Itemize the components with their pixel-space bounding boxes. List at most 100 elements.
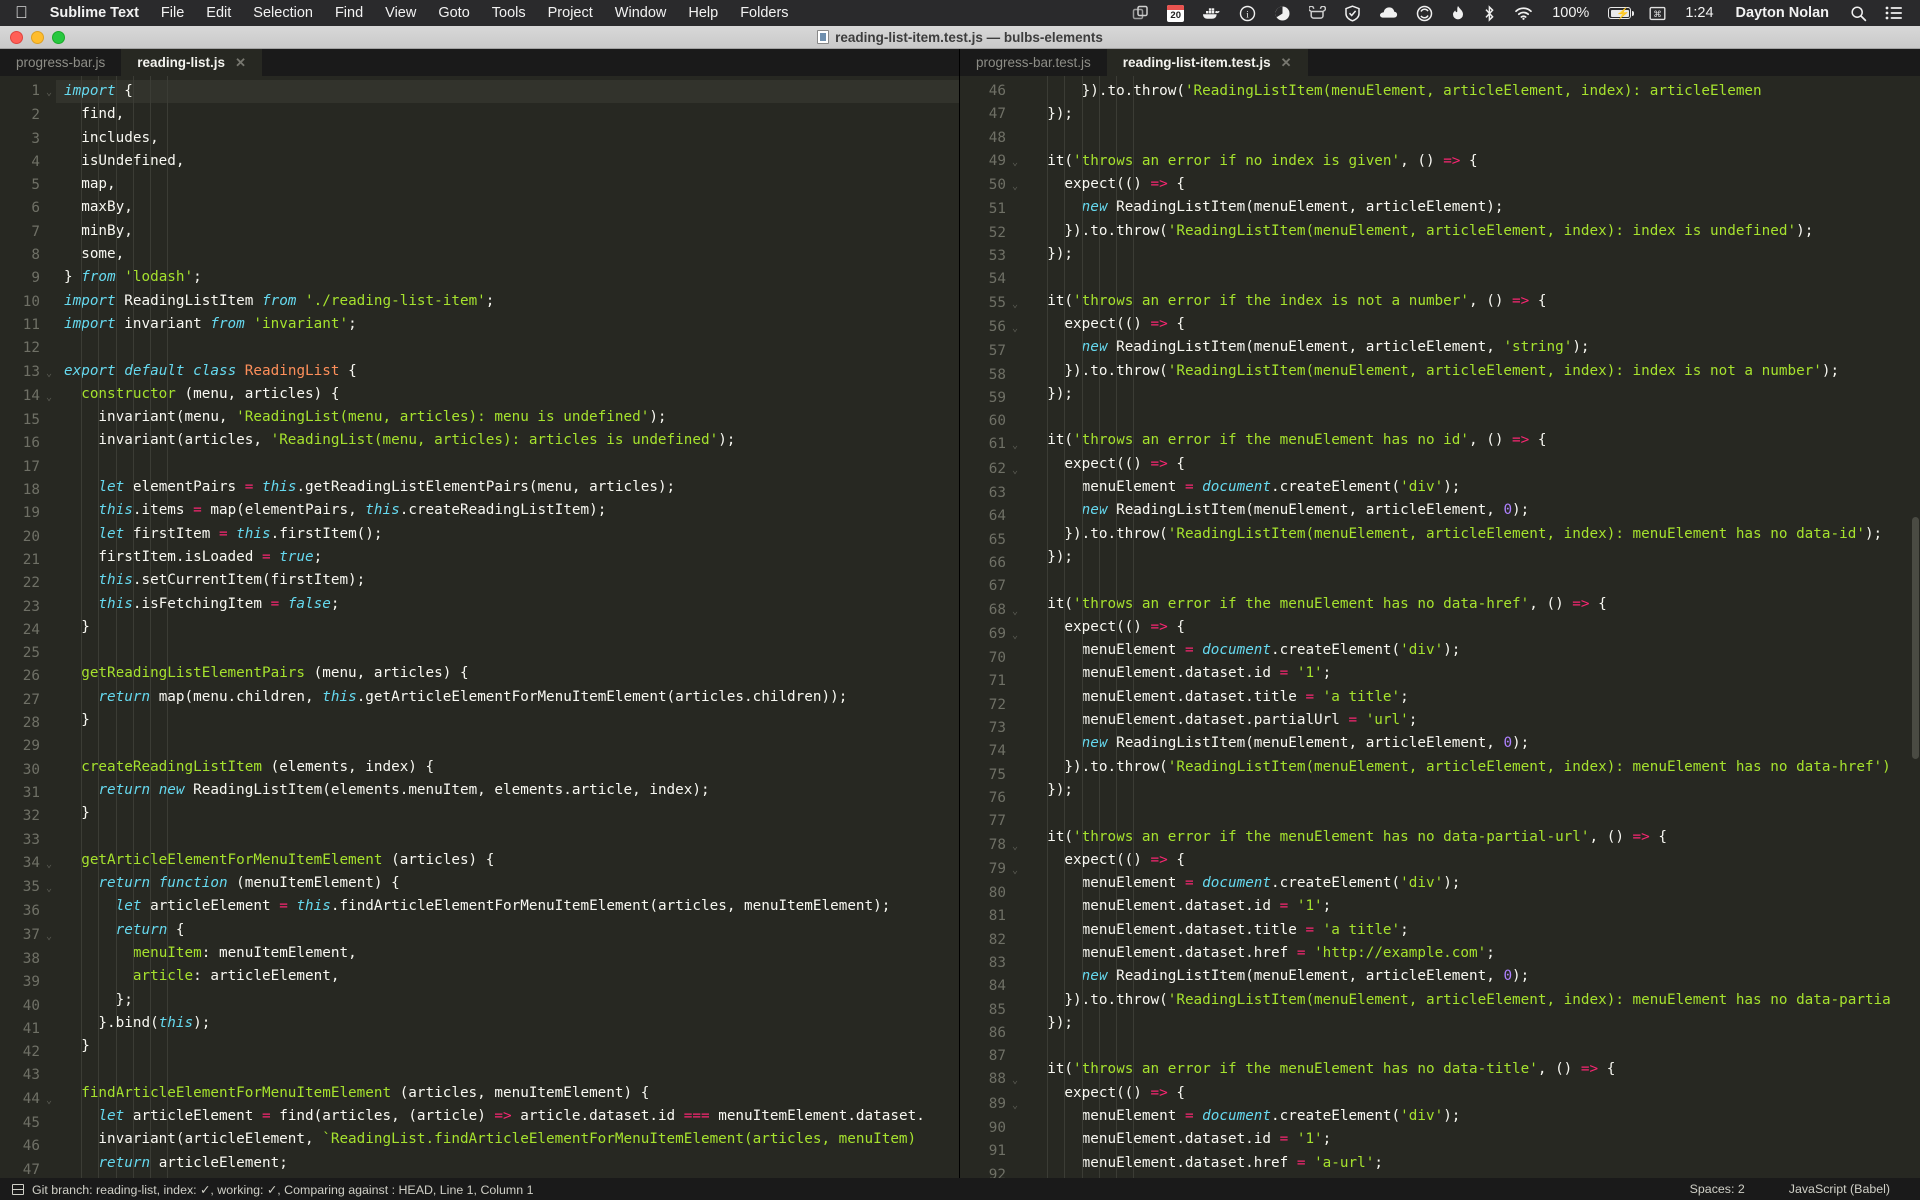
tab-progress-bar-js[interactable]: progress-bar.js: [0, 49, 121, 76]
clock-label[interactable]: 1:24: [1675, 5, 1723, 21]
code-line[interactable]: });: [1022, 243, 1920, 266]
code-line[interactable]: return {: [56, 919, 959, 942]
code-line[interactable]: map,: [56, 173, 959, 196]
code-line[interactable]: it('throws an error if the index is not …: [1022, 290, 1920, 313]
code-line[interactable]: maxBy,: [56, 196, 959, 219]
code-line[interactable]: }: [56, 709, 959, 732]
code-line[interactable]: menuElement.dataset.href = 'a-url';: [1022, 1152, 1920, 1175]
fold-arrow-icon[interactable]: ⌄: [1006, 859, 1018, 882]
code-line[interactable]: });: [1022, 103, 1920, 126]
flame-icon[interactable]: [1442, 0, 1474, 26]
code-line[interactable]: return new ReadingListItem(elements.menu…: [56, 779, 959, 802]
code-line[interactable]: find,: [56, 103, 959, 126]
code-line[interactable]: }).to.throw('ReadingListItem(menuElement…: [1022, 80, 1920, 103]
code-line[interactable]: let firstItem = this.firstItem();: [56, 523, 959, 546]
code-line[interactable]: expect(() => {: [1022, 616, 1920, 639]
code-line[interactable]: menuItem: menuItemElement,: [56, 942, 959, 965]
code-line[interactable]: menuElement = document.createElement('di…: [1022, 639, 1920, 662]
sidebar-toggle-icon[interactable]: [12, 1184, 24, 1195]
tab-progress-bar-test-js[interactable]: progress-bar.test.js: [960, 49, 1107, 76]
code-line[interactable]: this.items = map(elementPairs, this.crea…: [56, 499, 959, 522]
menu-item-folders[interactable]: Folders: [729, 5, 799, 21]
code-line[interactable]: it('throws an error if the menuElement h…: [1022, 1058, 1920, 1081]
code-line[interactable]: }).to.throw('ReadingListItem(menuElement…: [1022, 756, 1920, 779]
code-line[interactable]: return map(menu.children, this.getArticl…: [56, 686, 959, 709]
tab-reading-list-item-test-js[interactable]: reading-list-item.test.js ✕: [1107, 49, 1308, 76]
fold-arrow-icon[interactable]: ⌄: [1006, 434, 1018, 457]
code-line[interactable]: }).to.throw('ReadingListItem(menuElement…: [1022, 360, 1920, 383]
code-line[interactable]: expect(() => {: [1022, 849, 1920, 872]
menu-item-file[interactable]: File: [150, 5, 195, 21]
code-line[interactable]: menuElement.dataset.title = 'a title';: [1022, 919, 1920, 942]
menu-item-project[interactable]: Project: [537, 5, 604, 21]
code-line[interactable]: this.isFetchingItem = false;: [56, 593, 959, 616]
fold-arrow-icon[interactable]: ⌄: [1006, 459, 1018, 482]
user-name-label[interactable]: Dayton Nolan: [1724, 5, 1841, 21]
code-line[interactable]: }: [56, 802, 959, 825]
code-line[interactable]: firstItem.isLoaded = true;: [56, 546, 959, 569]
fold-arrow-icon[interactable]: ⌄: [1006, 600, 1018, 623]
code-line[interactable]: import invariant from 'invariant';: [56, 313, 959, 336]
code-line[interactable]: [56, 336, 959, 359]
tab-reading-list-js[interactable]: reading-list.js ✕: [121, 49, 262, 76]
code-line[interactable]: [56, 639, 959, 662]
code-line[interactable]: return articleElement;: [56, 1152, 959, 1175]
battery-percent-label[interactable]: 100%: [1542, 5, 1599, 21]
fold-arrow-icon[interactable]: ⌄: [1006, 1094, 1018, 1117]
wifi-icon[interactable]: [1505, 0, 1542, 26]
close-icon[interactable]: ✕: [235, 56, 246, 69]
menu-item-sublime-text[interactable]: Sublime Text: [39, 5, 150, 21]
close-icon[interactable]: ✕: [1281, 56, 1292, 69]
code-line[interactable]: });: [1022, 546, 1920, 569]
menu-item-goto[interactable]: Goto: [427, 5, 480, 21]
code-line[interactable]: new ReadingListItem(menuElement, article…: [1022, 499, 1920, 522]
code-line[interactable]: expect(() => {: [1022, 313, 1920, 336]
code-line[interactable]: }.bind(this);: [56, 1012, 959, 1035]
code-line[interactable]: menuElement.dataset.id = '1';: [1022, 1128, 1920, 1151]
left-code-content[interactable]: import { find, includes, isUndefined, ma…: [56, 76, 959, 1178]
info-circle-icon[interactable]: i: [1230, 0, 1265, 26]
code-line[interactable]: }: [56, 1035, 959, 1058]
code-line[interactable]: expect(() => {: [1022, 173, 1920, 196]
right-code-content[interactable]: }).to.throw('ReadingListItem(menuElement…: [1022, 76, 1920, 1178]
code-line[interactable]: [1022, 569, 1920, 592]
code-line[interactable]: import ReadingListItem from './reading-l…: [56, 290, 959, 313]
code-line[interactable]: menuElement = document.createElement('di…: [1022, 872, 1920, 895]
code-line[interactable]: let elementPairs = this.getReadingListEl…: [56, 476, 959, 499]
code-line[interactable]: menuElement = document.createElement('di…: [1022, 476, 1920, 499]
indentation-setting[interactable]: Spaces: 2: [1672, 1182, 1763, 1196]
code-line[interactable]: }).to.throw('ReadingListItem(menuElement…: [1022, 989, 1920, 1012]
code-line[interactable]: menuElement.dataset.partialUrl = 'url';: [1022, 709, 1920, 732]
fold-arrow-icon[interactable]: ⌄: [1006, 175, 1018, 198]
code-line[interactable]: it('throws an error if the menuElement h…: [1022, 826, 1920, 849]
apple-menu-icon[interactable]: : [8, 4, 39, 23]
fold-arrow-icon[interactable]: ⌄: [40, 386, 52, 409]
code-line[interactable]: });: [1022, 1012, 1920, 1035]
code-line[interactable]: let articleElement = this.findArticleEle…: [56, 895, 959, 918]
code-line[interactable]: }: [56, 616, 959, 639]
code-line[interactable]: findArticleElementForMenuItemElement (ar…: [56, 1082, 959, 1105]
code-line[interactable]: invariant(menu, 'ReadingList(menu, artic…: [56, 406, 959, 429]
code-line[interactable]: article: articleElement,: [56, 965, 959, 988]
code-line[interactable]: it('throws an error if the menuElement h…: [1022, 593, 1920, 616]
menu-item-view[interactable]: View: [374, 5, 427, 21]
code-line[interactable]: } from 'lodash';: [56, 266, 959, 289]
code-line[interactable]: constructor (menu, articles) {: [56, 383, 959, 406]
code-line[interactable]: expect(() => {: [1022, 1082, 1920, 1105]
battery-icon[interactable]: ⚡: [1599, 0, 1640, 26]
menu-item-tools[interactable]: Tools: [481, 5, 537, 21]
syntax-setting[interactable]: JavaScript (Babel): [1771, 1182, 1908, 1196]
code-line[interactable]: import {: [56, 80, 959, 103]
code-line[interactable]: }).to.throw('ReadingListItem(menuElement…: [1022, 220, 1920, 243]
code-line[interactable]: it('throws an error if the menuElement h…: [1022, 429, 1920, 452]
code-line[interactable]: it('throws an error if no index is given…: [1022, 150, 1920, 173]
shield-check-icon[interactable]: [1335, 0, 1370, 26]
code-line[interactable]: new ReadingListItem(menuElement, article…: [1022, 732, 1920, 755]
code-line[interactable]: isUndefined,: [56, 150, 959, 173]
code-line[interactable]: getReadingListElementPairs (menu, articl…: [56, 662, 959, 685]
sync-circle-icon[interactable]: [1407, 0, 1442, 26]
code-line[interactable]: new ReadingListItem(menuElement, article…: [1022, 965, 1920, 988]
code-line[interactable]: [1022, 266, 1920, 289]
code-line[interactable]: [1022, 1035, 1920, 1058]
code-line[interactable]: new ReadingListItem(menuElement, article…: [1022, 1175, 1920, 1178]
